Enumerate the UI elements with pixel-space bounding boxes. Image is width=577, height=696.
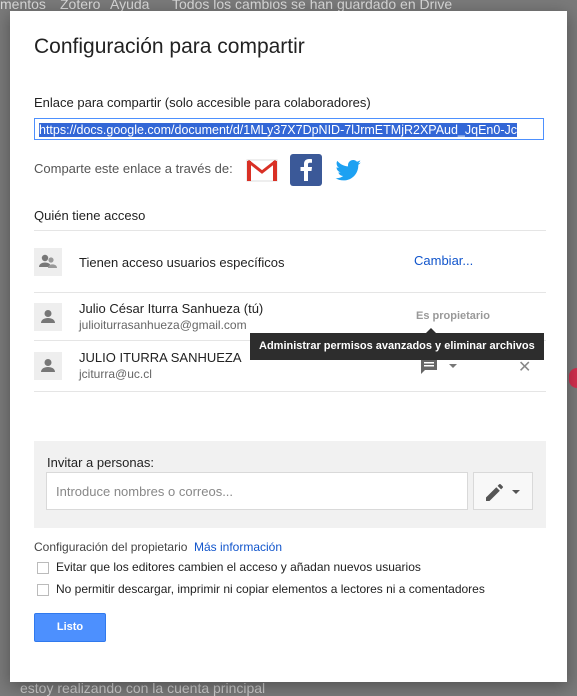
disable-download-checkbox[interactable] xyxy=(37,584,49,596)
group-icon xyxy=(34,248,62,276)
twitter-icon[interactable] xyxy=(332,154,364,186)
access-section-label: Quién tiene acceso xyxy=(34,208,146,223)
owner-settings-label: Configuración del propietario xyxy=(34,540,188,554)
person-icon xyxy=(34,352,62,380)
remove-collaborator-icon[interactable]: ✕ xyxy=(518,357,531,377)
more-info-link[interactable]: Más información xyxy=(194,540,282,554)
advanced-permissions-tooltip: Administrar permisos avanzados y elimina… xyxy=(250,333,544,360)
share-link-label: Enlace para compartir (solo accesible pa… xyxy=(34,95,371,110)
invite-panel: Invitar a personas: xyxy=(34,441,546,528)
divider xyxy=(34,292,546,293)
facebook-icon[interactable] xyxy=(290,154,322,186)
divider xyxy=(34,230,546,231)
disable-download-label: No permitir descargar, imprimir ni copia… xyxy=(56,582,485,596)
share-link-value[interactable]: https://docs.google.com/document/d/1MLy3… xyxy=(39,123,517,137)
done-button[interactable]: Listo xyxy=(34,613,106,642)
person-icon xyxy=(34,303,62,331)
change-access-link[interactable]: Cambiar... xyxy=(414,253,473,268)
invite-input[interactable] xyxy=(46,472,468,510)
owner-name: Julio César Iturra Sanhueza (tú) xyxy=(79,301,264,316)
share-via-label: Comparte este enlace a través de: xyxy=(34,161,233,176)
access-type-text: Tienen acceso usuarios específicos xyxy=(79,255,285,270)
dialog-title: Configuración para compartir xyxy=(34,35,305,58)
chevron-down-icon xyxy=(512,490,520,494)
gmail-icon[interactable] xyxy=(246,154,278,186)
divider xyxy=(34,391,546,392)
share-link-field[interactable]: https://docs.google.com/document/d/1MLy3… xyxy=(34,118,544,140)
prevent-editors-checkbox[interactable] xyxy=(37,562,49,574)
background-right-edge xyxy=(569,360,577,660)
owner-email: julioiturrasanhueza@gmail.com xyxy=(79,318,247,332)
collaborator-email: jciturra@uc.cl xyxy=(79,367,152,381)
pencil-icon xyxy=(486,484,503,501)
collaborator-name: JULIO ITURRA SANHUEZA xyxy=(79,350,242,365)
share-settings-dialog: Configuración para compartir Enlace para… xyxy=(10,11,567,682)
background-bottom-text: estoy realizando con la cuenta principal xyxy=(20,680,266,696)
chevron-down-icon xyxy=(449,364,457,368)
invite-label: Invitar a personas: xyxy=(47,455,154,470)
invite-permission-button[interactable] xyxy=(473,472,533,510)
prevent-editors-label: Evitar que los editores cambien el acces… xyxy=(56,560,421,574)
owner-role: Es propietario xyxy=(416,310,490,322)
